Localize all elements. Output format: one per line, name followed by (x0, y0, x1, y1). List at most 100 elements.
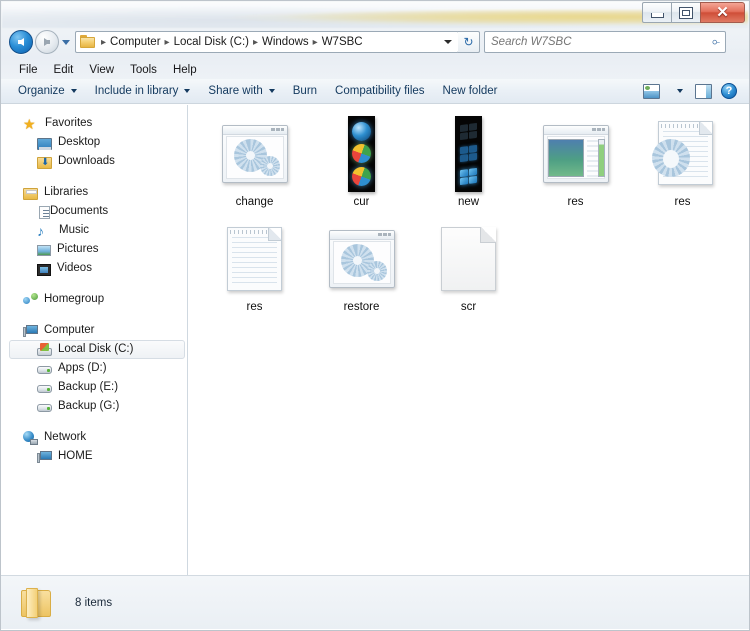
menu-help[interactable]: Help (165, 63, 205, 77)
back-button[interactable] (9, 30, 33, 54)
file-item-res-dll[interactable]: res (629, 115, 736, 220)
toolbar-compatibility-files[interactable]: Compatibility files (326, 82, 433, 100)
file-item-res-txt[interactable]: res (201, 220, 308, 325)
menu-view[interactable]: View (81, 63, 122, 77)
toolbar-share-with[interactable]: Share with (199, 82, 283, 100)
refresh-button[interactable]: ↻ (458, 31, 480, 53)
computer-icon (23, 325, 38, 338)
sidebar-item-videos[interactable]: Videos (1, 259, 187, 278)
address-chevron-down-icon[interactable] (444, 40, 452, 44)
music-icon: ♪ (37, 222, 44, 239)
forward-button[interactable] (35, 30, 59, 54)
change-view-dropdown[interactable] (665, 81, 689, 102)
flag-strip-thumbnail-icon (455, 116, 482, 192)
videos-icon (37, 263, 51, 276)
pictures-icon (37, 245, 51, 256)
file-item-res-dialog[interactable]: res (522, 115, 629, 220)
help-button[interactable]: ? (717, 81, 741, 102)
chevron-down-icon (268, 89, 275, 93)
search-box[interactable]: ⌕ (484, 31, 726, 53)
sidebar-item-network[interactable]: Network (1, 428, 187, 447)
maximize-button[interactable] (671, 2, 700, 23)
breadcrumb-separator-3[interactable]: ▸ (313, 37, 318, 48)
sidebar-item-backup-g[interactable]: Backup (G:) (1, 397, 187, 416)
breadcrumb-item-w7sbc[interactable]: W7SBC (319, 35, 366, 49)
drive-icon (37, 382, 52, 395)
file-name: res (246, 301, 263, 313)
menu-edit[interactable]: Edit (46, 63, 82, 77)
file-thumbnail (215, 222, 295, 296)
sidebar-label-desktop: Desktop (58, 135, 101, 148)
sidebar-label-music: Music (59, 223, 90, 236)
file-item-new[interactable]: new (415, 115, 522, 220)
homegroup-icon (23, 293, 38, 307)
navigation-pane[interactable]: ★ Favorites Desktop Downloads Libraries … (1, 105, 188, 575)
file-list-view[interactable]: change cur new res res res restore scr (189, 105, 749, 575)
sidebar-label-network: Network (44, 430, 87, 443)
sidebar-label-home: HOME (58, 449, 93, 462)
file-item-change[interactable]: change (201, 115, 308, 220)
recent-pages-chevron-down-icon[interactable] (62, 39, 70, 45)
nav-group-homegroup: Homegroup (1, 290, 187, 309)
toolbar-burn[interactable]: Burn (284, 82, 326, 100)
sidebar-label-libraries: Libraries (44, 185, 89, 198)
sidebar-item-home[interactable]: HOME (1, 447, 187, 466)
doc-gear-thumbnail-icon (650, 119, 716, 189)
preview-pane-button[interactable] (691, 81, 715, 102)
toolbar-include-in-library[interactable]: Include in library (86, 82, 200, 100)
sidebar-item-downloads[interactable]: Downloads (1, 152, 187, 171)
breadcrumb-item-windows[interactable]: Windows (259, 35, 312, 49)
file-thumbnail (322, 116, 402, 192)
libraries-icon (23, 187, 38, 200)
nav-group-network: Network HOME (1, 428, 187, 466)
documents-icon (39, 205, 50, 219)
breadcrumb-separator-1[interactable]: ▸ (165, 37, 170, 48)
sidebar-item-computer[interactable]: Computer (1, 321, 187, 340)
file-item-restore[interactable]: restore (308, 220, 415, 325)
close-button[interactable]: ✕ (700, 2, 745, 23)
file-item-scr[interactable]: scr (415, 220, 522, 325)
toolbar-burn-label: Burn (292, 85, 318, 97)
file-thumbnail (429, 116, 509, 192)
minimize-button[interactable] (642, 2, 671, 23)
star-icon: ★ (23, 115, 36, 132)
sidebar-item-music[interactable]: ♪ Music (1, 221, 187, 240)
breadcrumb-separator-0[interactable]: ▸ (101, 37, 106, 48)
menu-file[interactable]: File (11, 63, 46, 77)
file-item-cur[interactable]: cur (308, 115, 415, 220)
close-icon: ✕ (716, 4, 729, 21)
sidebar-label-backup-e: Backup (E:) (58, 380, 119, 393)
sidebar-item-favorites[interactable]: ★ Favorites (1, 114, 187, 133)
sidebar-item-desktop[interactable]: Desktop (1, 133, 187, 152)
breadcrumb-separator-2[interactable]: ▸ (253, 37, 258, 48)
search-input[interactable] (485, 36, 711, 48)
drive-icon (37, 363, 52, 376)
sidebar-label-local-disk-c: Local Disk (C:) (58, 342, 134, 355)
sidebar-item-pictures[interactable]: Pictures (1, 240, 187, 259)
menu-tools[interactable]: Tools (122, 63, 165, 77)
sidebar-label-pictures: Pictures (57, 242, 99, 255)
file-thumbnail (536, 117, 616, 191)
file-name: restore (343, 301, 380, 313)
sidebar-item-backup-e[interactable]: Backup (E:) (1, 378, 187, 397)
menu-bar: File Edit View Tools Help (1, 60, 749, 79)
change-view-button[interactable] (639, 81, 663, 102)
sidebar-item-documents[interactable]: Documents (1, 202, 187, 221)
toolbar-organize[interactable]: Organize (9, 82, 86, 100)
breadcrumb: ▸ Computer ▸ Local Disk (C:) ▸ Windows ▸… (100, 35, 444, 49)
folder-icon (19, 587, 53, 618)
window-controls: ✕ (642, 2, 745, 23)
forward-arrow-icon (44, 38, 50, 46)
refresh-icon: ↻ (463, 35, 474, 49)
toolbar-new-folder[interactable]: New folder (434, 82, 507, 100)
breadcrumb-item-local-disk[interactable]: Local Disk (C:) (171, 35, 252, 49)
sidebar-item-libraries[interactable]: Libraries (1, 183, 187, 202)
address-bar[interactable]: ▸ Computer ▸ Local Disk (C:) ▸ Windows ▸… (75, 31, 459, 53)
sidebar-item-apps-d[interactable]: Apps (D:) (1, 359, 187, 378)
sidebar-item-homegroup[interactable]: Homegroup (1, 290, 187, 309)
chevron-down-icon (677, 89, 683, 93)
title-bar: ✕ (0, 0, 750, 27)
explorer-window: ✕ ▸ Computer ▸ Local Disk (C:) ▸ Windows… (0, 0, 750, 631)
sidebar-item-local-disk-c[interactable]: Local Disk (C:) (9, 340, 185, 359)
breadcrumb-item-computer[interactable]: Computer (107, 35, 164, 49)
